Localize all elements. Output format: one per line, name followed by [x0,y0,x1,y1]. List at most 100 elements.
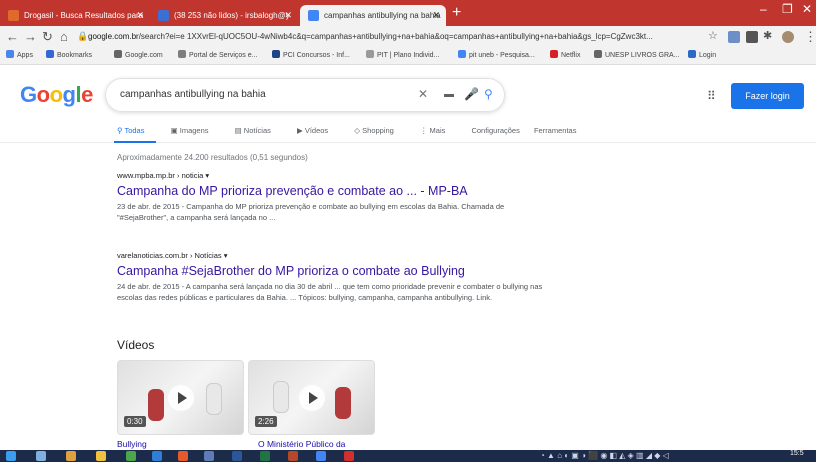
video-duration: 2:26 [255,416,277,427]
search-box[interactable]: campanhas antibullying na bahia ✕ ▬ 🎤 ⚲ [105,78,505,112]
minimize-icon[interactable]: – [760,2,767,16]
figure-shape [273,381,289,413]
play-icon[interactable] [168,385,194,411]
tab-google-search[interactable]: campanhas antibullying na bahia ✕ [300,5,446,26]
tab-videos[interactable]: ▶ Vídeos [297,126,340,135]
result-title-link[interactable]: Campanha #SejaBrother do MP prioriza o c… [117,264,557,278]
bookmark-pit[interactable]: PIT | Plano Individ... [366,50,439,59]
video-duration: 0:30 [124,416,146,427]
reload-icon[interactable]: ↻ [42,29,53,45]
bookmark-google[interactable]: Google.com [114,50,163,59]
search-result: varelanoticias.com.br › Notícias ▾ Campa… [117,251,557,303]
bookmark-icon [688,50,696,58]
close-tab-icon[interactable]: ✕ [284,5,292,26]
play-icon[interactable] [299,385,325,411]
video-title-link[interactable]: O Ministério Público da [258,439,345,449]
close-window-icon[interactable]: ✕ [802,2,812,16]
home-icon[interactable]: ⌂ [60,29,68,44]
tab-tools[interactable]: Ferramentas [534,126,577,135]
bookmark-pit-uneb[interactable]: pit uneb - Pesquisa... [458,50,535,59]
figure-shape [148,389,164,421]
url-path: /search?ei=e 1XXvrEl-qUOC5OU-4wNiwb4c&q=… [138,32,653,41]
netflix-icon [550,50,558,58]
figure-shape [335,387,351,419]
app-icon[interactable] [204,451,214,461]
forward-icon[interactable]: → [24,29,37,44]
search-icon[interactable]: ⚲ [484,87,493,101]
bookmark-unesp[interactable]: UNESP LIVROS GRA... [594,50,680,59]
google-logo[interactable]: Google [20,82,93,108]
folder-icon[interactable] [96,451,106,461]
tab-news[interactable]: ▤ Notícias [235,126,283,135]
chrome-icon[interactable] [316,451,326,461]
videos-heading: Vídeos [117,338,155,352]
bookmark-icon [272,50,280,58]
bookmark-pci[interactable]: PCI Concursos - Inf... [272,50,350,59]
maximize-icon[interactable]: ❐ [782,2,793,16]
search-input[interactable]: campanhas antibullying na bahia [120,89,266,100]
bookmark-portal[interactable]: Portal de Serviços e... [178,50,257,59]
app-icon[interactable] [126,451,136,461]
microphone-icon[interactable]: 🎤 [464,87,479,101]
file-explorer-icon[interactable] [66,451,76,461]
menu-icon[interactable]: ⋮ [804,29,816,45]
search-result: www.mpba.mp.br › noticia ▾ Campanha do M… [117,171,557,223]
url-host: google.com.br [88,32,139,41]
back-icon[interactable]: ← [6,29,19,44]
tab-all[interactable]: ⚲ Todas [117,126,156,135]
result-url[interactable]: www.mpba.mp.br › noticia ▾ [117,171,557,180]
tab-images[interactable]: ▣ Imagens [171,126,221,135]
extension-icon[interactable] [728,31,740,43]
video-thumbnail[interactable]: 0:30 [117,360,244,435]
bookmarks-bar: Apps Bookmarks Google.com Portal de Serv… [0,48,816,65]
tab-settings[interactable]: Configurações [471,126,519,135]
tab-title: (38 253 não lidos) - irsbalogh@y [174,11,290,20]
avatar[interactable] [782,31,794,43]
bookmark-icon [178,50,186,58]
edge-icon[interactable] [152,451,162,461]
lock-icon[interactable]: 🔒 [77,31,88,42]
result-title-link[interactable]: Campanha do MP prioriza prevenção e comb… [117,184,557,198]
powerpoint-icon[interactable] [288,451,298,461]
search-tabs: ⚲ Todas ▣ Imagens ▤ Notícias ▶ Vídeos ◇ … [117,126,588,140]
result-stats: Aproximadamente 24.200 resultados (0,51 … [117,153,308,162]
tab-title: campanhas antibullying na bahia [324,11,441,20]
close-tab-icon[interactable]: ✕ [432,5,440,26]
bookmark-bookmarks[interactable]: Bookmarks [46,50,92,59]
excel-icon[interactable] [260,451,270,461]
extension-icon[interactable] [746,31,758,43]
word-icon[interactable] [232,451,242,461]
bookmark-icon [366,50,374,58]
figure-shape [206,383,222,415]
bookmark-apps[interactable]: Apps [6,50,33,59]
apps-grid-icon[interactable]: ⠿ [707,89,716,103]
start-icon[interactable] [6,451,16,461]
login-button[interactable]: Fazer login [731,83,804,109]
globe-icon [114,50,122,58]
keyboard-icon[interactable]: ▬ [444,89,454,100]
url-field[interactable]: google.com.br/search?ei=e 1XXvrEl-qUOC5O… [88,29,698,45]
new-tab-button[interactable]: + [452,4,461,22]
close-tab-icon[interactable]: ✕ [136,5,144,26]
bookmark-netflix[interactable]: Netflix [550,50,580,59]
video-thumbnail[interactable]: 2:26 [248,360,375,435]
result-url[interactable]: varelanoticias.com.br › Notícias ▾ [117,251,557,260]
app-icon[interactable] [178,451,188,461]
tab-drogasil[interactable]: Drogasil - Busca Resultados para ✕ [0,5,150,26]
clear-icon[interactable]: ✕ [418,87,428,101]
pdf-icon[interactable] [344,451,354,461]
video-title-link[interactable]: Bullying [117,439,147,449]
star-icon[interactable]: ☆ [708,29,718,42]
tab-shopping[interactable]: ◇ Shopping [354,126,406,135]
puzzle-icon[interactable]: ✱ [763,29,772,42]
search-icon[interactable] [36,451,46,461]
active-tab-indicator [114,141,156,143]
tab-title: Drogasil - Busca Resultados para [24,11,144,20]
google-favicon-icon [308,10,319,21]
bookmark-login[interactable]: Login [688,50,716,59]
tab-mail[interactable]: (38 253 não lidos) - irsbalogh@y ✕ [150,5,298,26]
mail-favicon-icon [158,10,169,21]
clock[interactable]: 15:5 [790,450,804,457]
tab-more[interactable]: ⋮ Mais [420,126,457,135]
system-tray[interactable]: ◔ ▲ ⌂ ◐ ▣ ◑ ⬛ ◉ ◧ ◭ ◈ ▥ ◢ ◆ ◁ [540,451,669,460]
